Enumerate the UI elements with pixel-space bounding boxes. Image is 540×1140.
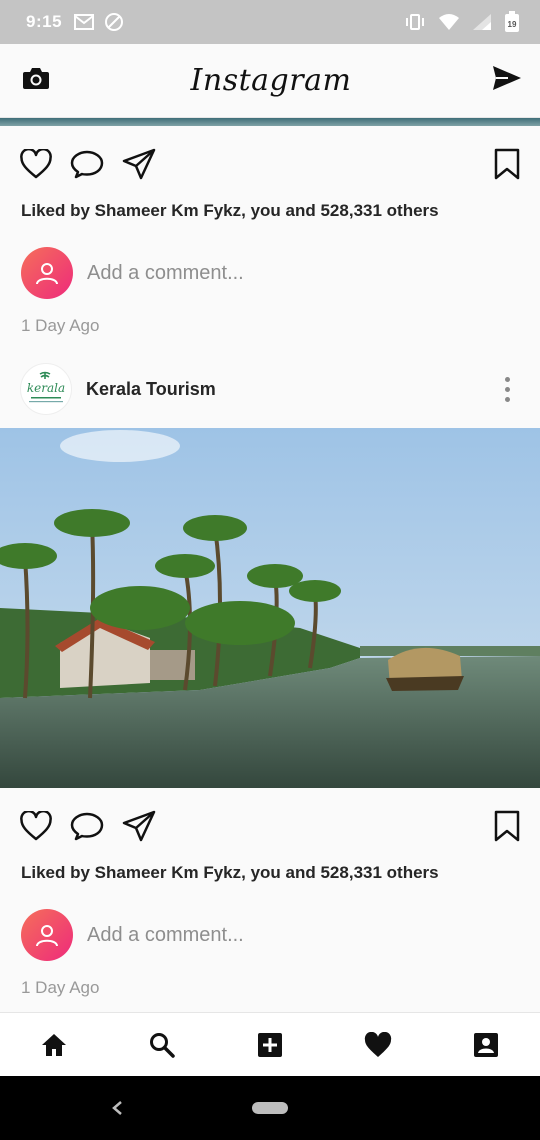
kerala-tourism-avatar[interactable]: kerala <box>20 363 72 415</box>
post: Liked by Shameer Km Fykz, you and 528,33… <box>0 126 540 350</box>
comment-input[interactable] <box>87 261 467 285</box>
more-dot-icon <box>505 376 510 382</box>
status-time: 9:15 <box>26 12 63 31</box>
camera-button[interactable] <box>22 66 50 95</box>
comment-input[interactable] <box>87 923 467 947</box>
comment-icon <box>70 150 104 179</box>
heart-icon <box>20 811 52 841</box>
do-not-disturb-icon <box>104 12 124 32</box>
share-button[interactable] <box>122 810 156 842</box>
likes-text[interactable]: Liked by Shameer Km Fykz, you and 528,33… <box>0 864 540 896</box>
user-icon <box>36 925 58 947</box>
more-options-button[interactable] <box>495 371 520 408</box>
share-icon <box>122 810 156 842</box>
svg-text:kerala: kerala <box>27 381 65 395</box>
app-header: Instagram <box>0 44 540 118</box>
feed[interactable]: Liked by Shameer Km Fykz, you and 528,33… <box>0 126 540 1012</box>
nav-home[interactable] <box>24 1015 84 1075</box>
nav-activity[interactable] <box>348 1015 408 1075</box>
user-icon <box>36 263 58 285</box>
post-image[interactable] <box>0 428 540 788</box>
comment-button[interactable] <box>70 149 104 179</box>
cellular-signal-icon <box>472 13 492 31</box>
camera-icon <box>22 66 50 95</box>
more-dot-icon <box>505 396 510 402</box>
send-icon <box>492 65 522 96</box>
avatar <box>21 247 73 299</box>
activity-heart-icon <box>364 1031 392 1057</box>
comment-icon <box>70 812 104 841</box>
likes-text[interactable]: Liked by Shameer Km Fykz, you and 528,33… <box>0 202 540 234</box>
bookmark-icon <box>494 810 520 842</box>
vibrate-icon <box>404 13 426 31</box>
share-button[interactable] <box>122 148 156 180</box>
comment-button[interactable] <box>70 811 104 841</box>
post-username[interactable]: Kerala Tourism <box>86 379 216 400</box>
like-button[interactable] <box>20 149 52 179</box>
bookmark-icon <box>494 148 520 180</box>
nav-profile[interactable] <box>456 1015 516 1075</box>
kerala-logo-icon: kerala <box>27 371 65 403</box>
post-actions <box>0 126 540 202</box>
post-timestamp: 1 Day Ago <box>21 316 100 335</box>
back-icon[interactable] <box>110 1096 124 1125</box>
previous-post-image-edge <box>0 118 540 126</box>
add-post-icon <box>258 1032 282 1057</box>
profile-icon <box>474 1032 498 1057</box>
post-actions <box>0 788 540 864</box>
more-dot-icon <box>505 386 510 392</box>
battery-level: 19 <box>508 20 517 29</box>
home-gesture-pill[interactable] <box>252 1102 288 1114</box>
direct-messages-button[interactable] <box>492 65 522 96</box>
save-button[interactable] <box>494 810 520 842</box>
battery-icon: 19 <box>504 11 520 33</box>
comment-row <box>0 234 540 312</box>
comment-row <box>0 896 540 974</box>
post-header: kerala Kerala Tourism <box>0 350 540 428</box>
gmail-icon <box>74 14 95 30</box>
heart-icon <box>20 149 52 179</box>
post: kerala Kerala Tourism Liked by Shameer K… <box>0 350 540 1012</box>
save-button[interactable] <box>494 148 520 180</box>
nav-add-post[interactable] <box>240 1015 300 1075</box>
nav-search[interactable] <box>132 1015 192 1075</box>
search-icon <box>150 1032 175 1058</box>
bottom-nav <box>0 1012 540 1076</box>
wifi-icon <box>438 13 460 31</box>
post-timestamp: 1 Day Ago <box>21 978 100 997</box>
status-bar: 9:15 19 <box>0 0 540 44</box>
avatar <box>21 909 73 961</box>
system-nav-bar <box>0 1076 540 1140</box>
share-icon <box>122 148 156 180</box>
home-icon <box>42 1033 66 1056</box>
brand-logo: Instagram <box>190 63 352 98</box>
like-button[interactable] <box>20 811 52 841</box>
